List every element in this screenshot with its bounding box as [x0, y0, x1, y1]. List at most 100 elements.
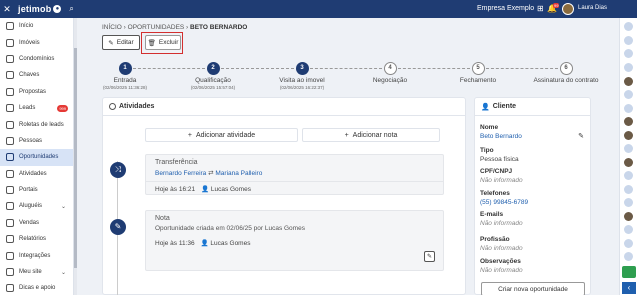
sidebar-item-label: Relatórios	[19, 236, 47, 243]
add-note-label: Adicionar nota	[352, 131, 398, 139]
breadcrumb-home[interactable]: INÍCIO	[102, 24, 122, 31]
step-label: Visita ao imovel	[279, 77, 325, 84]
pipeline-step-6[interactable]: 6 Assinatura do contrato	[531, 62, 601, 85]
pipeline-step-2[interactable]: 2 Qualificação (02/06/2025 15:57:04)	[178, 62, 248, 90]
company-selector[interactable]: Empresa Exemplo	[477, 5, 534, 12]
note-icon: ✎	[110, 219, 126, 235]
sidebar-item-label: Imóveis	[19, 39, 40, 46]
contact-avatar-icon[interactable]	[624, 77, 633, 86]
contact-avatar-icon[interactable]	[624, 49, 633, 58]
breadcrumb-section[interactable]: OPORTUNIDADES	[128, 24, 185, 31]
add-activity-button[interactable]: + Adicionar atividade	[145, 128, 298, 142]
collapse-rail-icon[interactable]: ‹	[622, 282, 636, 294]
activities-panel: Atividades + Adicionar atividade + Adici…	[102, 97, 466, 295]
report-icon	[6, 235, 14, 244]
pipeline-step-5[interactable]: 5 Fechamento	[443, 62, 513, 85]
sidebar-item-2[interactable]: Condomínios	[0, 51, 73, 67]
contact-avatar-icon[interactable]	[624, 36, 633, 45]
contact-avatar-icon[interactable]	[624, 22, 633, 31]
user-name[interactable]: Laura Dias	[578, 5, 607, 11]
activity-meta: Hoje às 11:36 👤 Lucas Gomes	[146, 236, 443, 251]
sidebar-item-label: Dicas e apoio	[19, 285, 56, 292]
sidebar-item-label: Atividades	[19, 170, 47, 177]
client-field: Tipo Pessoa física	[480, 147, 519, 163]
avatar[interactable]	[562, 3, 574, 15]
contact-avatar-icon[interactable]	[624, 198, 633, 207]
client-field-label: Profissão	[480, 236, 510, 243]
sidebar-item-9[interactable]: Atividades	[0, 166, 73, 182]
sidebar-item-7[interactable]: Pessoas	[0, 133, 73, 149]
step-number: 1	[118, 62, 132, 75]
sidebar-item-label: Propostas	[19, 88, 47, 95]
pipeline-step-4[interactable]: 4 Negociação	[355, 62, 425, 85]
contact-avatar-icon[interactable]	[624, 212, 633, 221]
search-icon[interactable]: ⌕	[69, 4, 73, 14]
add-note-button[interactable]: + Adicionar nota	[302, 128, 440, 142]
delete-button[interactable]: 🗑 Excluir	[145, 35, 181, 50]
sidebar-item-4[interactable]: Propostas	[0, 84, 73, 100]
contact-avatar-icon[interactable]	[624, 117, 633, 126]
right-rail: ‹	[619, 18, 637, 295]
contact-avatar-icon[interactable]	[624, 131, 633, 140]
create-opportunity-button[interactable]: Criar nova oportunidade	[481, 282, 585, 295]
transfer-from-link[interactable]: Bernardo Ferreira	[155, 170, 206, 177]
sidebar-item-10[interactable]: Portais	[0, 182, 73, 198]
sidebar-scrollbar-thumb[interactable]	[74, 48, 77, 268]
activities-header: Atividades	[103, 98, 465, 116]
sidebar-item-0[interactable]: Início	[0, 18, 73, 34]
contact-avatar-icon[interactable]	[624, 63, 633, 72]
apps-grid-icon[interactable]: ⊞	[537, 4, 544, 13]
chevron-down-icon[interactable]: ⌄	[61, 203, 66, 210]
sidebar-item-5[interactable]: Leads 999	[0, 100, 73, 116]
edit-note-icon[interactable]: ✎	[424, 251, 435, 262]
sidebar-item-16[interactable]: Dicas e apoio	[0, 280, 73, 295]
sidebar-item-11[interactable]: Aluguéis ⌄	[0, 198, 73, 214]
contact-avatar-icon[interactable]	[624, 252, 633, 261]
contact-avatar-icon[interactable]	[624, 239, 633, 248]
sidebar-item-label: Oportunidades	[19, 154, 59, 161]
sidebar-item-15[interactable]: Meu site ⌄	[0, 264, 73, 280]
chevron-down-icon[interactable]: ⌄	[61, 269, 66, 276]
step-number: 4	[383, 62, 397, 75]
app-logo[interactable]: jetimob	[18, 4, 51, 14]
opportunity-icon	[6, 153, 14, 162]
sidebar-item-8[interactable]: Oportunidades	[0, 149, 73, 166]
whatsapp-icon[interactable]	[622, 266, 636, 278]
client-field-value[interactable]: Beto Bernardo	[480, 133, 522, 140]
client-field-value[interactable]: (55) 99845-6789	[480, 199, 528, 206]
person-icon: 👤	[481, 103, 490, 111]
home-icon	[6, 22, 14, 31]
portal-icon	[6, 186, 14, 195]
activity-time: Hoje às 11:36	[155, 240, 195, 247]
check-circle-icon	[109, 103, 116, 110]
note-text: Oportunidade criada em 02/06/25 por Luca…	[155, 225, 305, 232]
contact-avatar-icon[interactable]	[624, 225, 633, 234]
contact-avatar-icon[interactable]	[624, 144, 633, 153]
contact-avatar-icon[interactable]	[624, 90, 633, 99]
edit-button[interactable]: ✎ Editar	[102, 35, 140, 50]
sidebar-item-13[interactable]: Relatórios	[0, 231, 73, 247]
pipeline-step-3[interactable]: 3 Visita ao imovel (02/06/2025 16:22:37)	[267, 62, 337, 90]
step-date: (02/06/2025 11:36:28)	[103, 85, 147, 90]
client-field: CPF/CNPJ Não informado	[480, 168, 523, 184]
logo-badge-icon: ●	[53, 5, 62, 13]
sidebar-item-12[interactable]: Vendas	[0, 215, 73, 231]
sidebar-item-1[interactable]: Imóveis	[0, 34, 73, 50]
client-panel: 👤 Cliente ✎ Criar nova oportunidade Nome…	[474, 97, 591, 295]
step-number: 6	[559, 62, 573, 75]
contact-avatar-icon[interactable]	[624, 171, 633, 180]
edit-client-icon[interactable]: ✎	[578, 132, 584, 140]
contact-avatar-icon[interactable]	[624, 104, 633, 113]
close-icon[interactable]: ✕	[0, 4, 14, 15]
transfer-to-link[interactable]: Mariana Palleiro	[215, 170, 262, 177]
user-icon: 👤	[200, 186, 210, 193]
contact-avatar-icon[interactable]	[624, 158, 633, 167]
activities-title: Atividades	[119, 103, 155, 110]
sidebar-scrollbar[interactable]	[74, 18, 77, 295]
activity-meta: Hoje às 16:21 👤 Lucas Gomes	[146, 181, 443, 197]
sidebar-item-6[interactable]: Roletas de leads	[0, 116, 73, 132]
sidebar-item-14[interactable]: Integrações	[0, 247, 73, 263]
sidebar-item-3[interactable]: Chaves	[0, 67, 73, 83]
contact-avatar-icon[interactable]	[624, 185, 633, 194]
pipeline-step-1[interactable]: 1 Entrada (02/06/2025 11:36:28)	[90, 62, 160, 90]
